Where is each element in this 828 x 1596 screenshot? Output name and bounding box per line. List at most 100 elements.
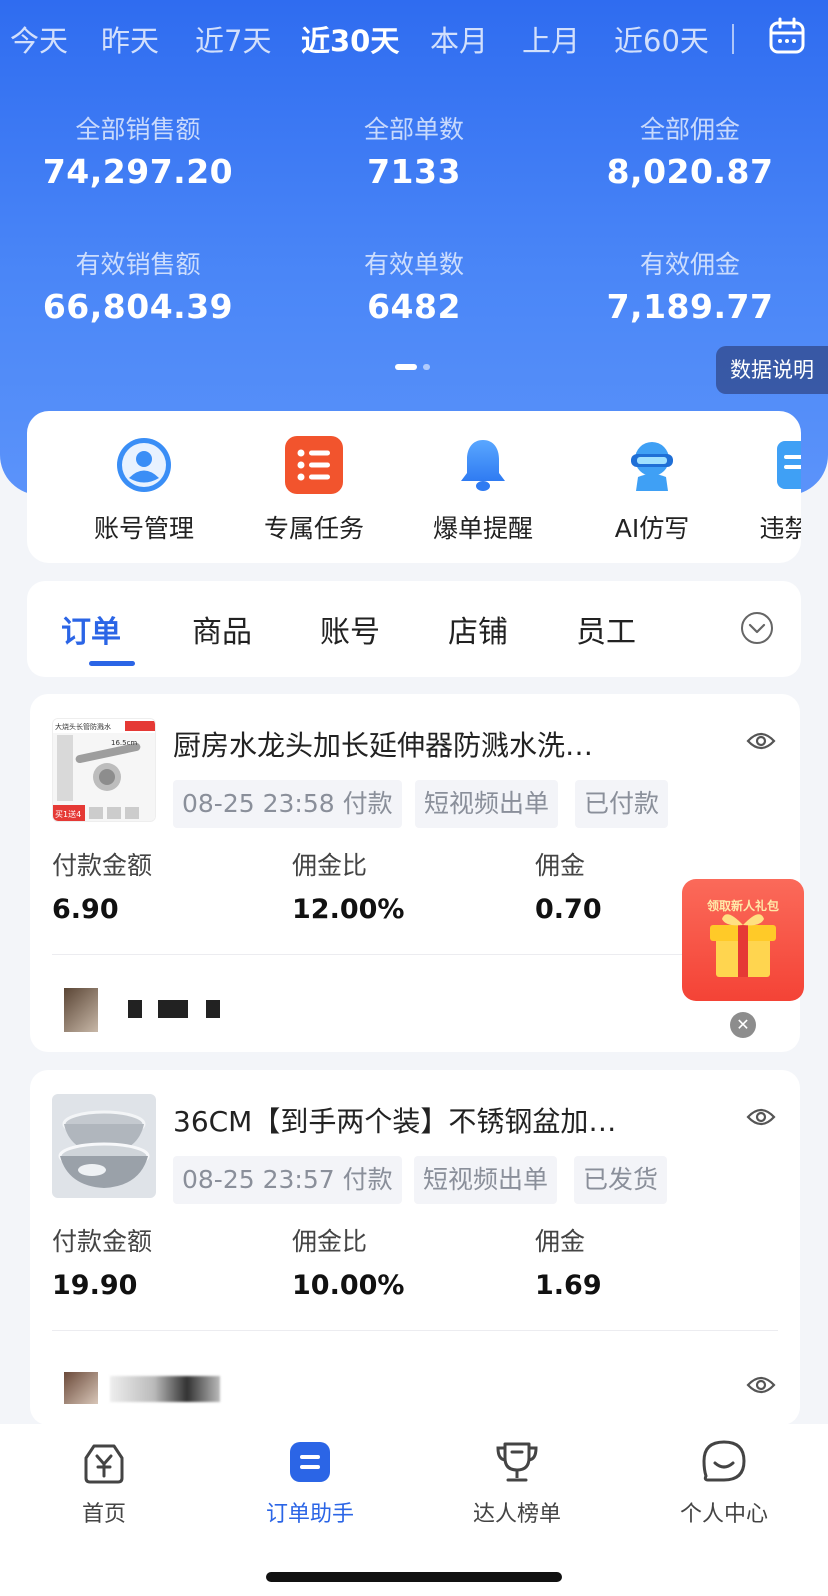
order-card[interactable]: 36CM【到手两个装】不锈钢盆加… 08-25 23:57 付款 短视频出单 已…: [30, 1070, 800, 1425]
tab-shops[interactable]: 店铺: [448, 607, 508, 651]
eye-icon[interactable]: [746, 1106, 776, 1128]
stat-value: 66,804.39: [42, 287, 234, 326]
shortcut-hot-order-alert[interactable]: 爆单提醒: [408, 435, 558, 545]
stat-label: 有效销售额: [75, 250, 201, 279]
user-icon: [114, 435, 174, 495]
metric-label: 付款金额: [52, 1227, 153, 1256]
metric-pay-amount: 付款金额 6.90: [52, 846, 152, 925]
calendar-icon[interactable]: [768, 16, 806, 56]
redacted-name: [110, 1376, 220, 1402]
avatar: [64, 988, 98, 1032]
nav-label: 达人榜单: [472, 1502, 561, 1527]
date-tab-this-month[interactable]: 本月: [430, 18, 488, 60]
nav-label: 首页: [81, 1502, 126, 1527]
metric-value: 10.00%: [292, 1270, 405, 1301]
shortcut-forbidden-words[interactable]: 违禁词: [722, 435, 801, 545]
chat-face-icon: [700, 1438, 748, 1486]
indicator-dot: [423, 364, 430, 370]
date-tab-last-month[interactable]: 上月: [522, 18, 580, 60]
home-indicator: [266, 1572, 562, 1582]
date-range-tabs: 今天 昨天 近7天 近30天 本月 上月 近60天: [0, 14, 828, 62]
stat-valid-commission: 有效佣金 7,189.77: [560, 245, 820, 326]
shortcut-label: 专属任务: [263, 514, 364, 543]
shortcut-label: AI仿写: [614, 514, 690, 543]
stat-value: 6482: [367, 287, 461, 326]
yuan-home-icon: [80, 1438, 128, 1486]
eye-icon[interactable]: [746, 1374, 776, 1396]
metric-label: 佣金: [535, 851, 586, 880]
metric-label: 佣金: [535, 1227, 586, 1256]
nav-order-assistant[interactable]: 订单助手: [240, 1438, 380, 1528]
shortcut-label: 账号管理: [93, 514, 194, 543]
nav-influencer-ranking[interactable]: 达人榜单: [447, 1438, 587, 1528]
close-icon[interactable]: ✕: [730, 1012, 756, 1038]
product-thumbnail: 大烧头长管防溅水 16.5cm 买1送4: [52, 718, 156, 822]
nav-profile[interactable]: 个人中心: [654, 1438, 794, 1528]
redacted-name: [158, 1000, 188, 1018]
date-tab-7days[interactable]: 近7天: [195, 18, 271, 60]
bell-icon: [453, 435, 513, 495]
eye-icon[interactable]: [746, 730, 776, 752]
metric-commission: 佣金 0.70: [535, 846, 602, 925]
stat-label: 全部佣金: [639, 115, 740, 144]
nav-home[interactable]: 首页: [34, 1438, 174, 1528]
stat-label: 全部销售额: [75, 115, 201, 144]
status-badge: 已发货: [574, 1156, 668, 1204]
stat-value: 74,297.20: [42, 152, 234, 191]
divider: [52, 954, 778, 955]
nav-label: 个人中心: [679, 1502, 768, 1527]
shortcut-label: 爆单提醒: [432, 514, 533, 543]
thumb-caption: 大烧头长管防溅水: [55, 722, 111, 731]
tab-staff[interactable]: 员工: [576, 607, 636, 651]
stat-value: 7133: [367, 152, 461, 191]
category-tabs: 订单 商品 账号 店铺 员工: [27, 581, 801, 677]
divider: [732, 24, 734, 54]
redacted-name: [128, 1000, 142, 1018]
metric-value: 1.69: [535, 1270, 602, 1301]
metric-label: 佣金比: [292, 851, 368, 880]
data-explanation-button[interactable]: 数据说明: [716, 346, 828, 394]
product-title[interactable]: 厨房水龙头加长延伸器防溅水洗…: [173, 724, 593, 764]
stat-label: 有效佣金: [639, 250, 740, 279]
stat-total-orders: 全部单数 7133: [284, 110, 544, 191]
date-tab-yesterday[interactable]: 昨天: [101, 18, 159, 60]
chevron-down-icon[interactable]: [740, 611, 774, 645]
stat-total-commission: 全部佣金 8,020.87: [560, 110, 820, 191]
thumb-promo: 买1送4: [55, 809, 81, 819]
stat-total-sales: 全部销售额 74,297.20: [8, 110, 268, 191]
indicator-dot-active: [395, 364, 417, 370]
task-list-icon: [284, 435, 344, 495]
stat-value: 8,020.87: [606, 152, 774, 191]
date-tab-today[interactable]: 今天: [10, 18, 68, 60]
nav-label: 订单助手: [265, 1502, 354, 1527]
divider: [52, 1330, 778, 1331]
shortcut-account-management[interactable]: 账号管理: [69, 435, 219, 545]
order-assistant-icon: [286, 1438, 334, 1486]
metric-label: 付款金额: [52, 851, 153, 880]
metric-value: 19.90: [52, 1270, 138, 1301]
metric-commission-rate: 佣金比 12.00%: [292, 846, 404, 925]
avatar: [64, 1372, 98, 1404]
tab-orders[interactable]: 订单: [61, 607, 121, 651]
doc-icon: [767, 435, 801, 495]
shortcut-exclusive-tasks[interactable]: 专属任务: [239, 435, 389, 545]
date-tab-60days[interactable]: 近60天: [614, 18, 710, 60]
tab-accounts[interactable]: 账号: [320, 607, 380, 651]
metric-value: 12.00%: [292, 894, 405, 925]
channel-tag: 短视频出单: [414, 1156, 558, 1204]
newcomer-gift-banner[interactable]: 领取新人礼包: [682, 879, 804, 1001]
tab-products[interactable]: 商品: [192, 607, 252, 651]
shortcut-ai-rewrite[interactable]: AI仿写: [577, 435, 727, 545]
stat-valid-sales: 有效销售额 66,804.39: [8, 245, 268, 326]
status-badge: 已付款: [575, 780, 669, 828]
shortcut-label: 违禁词: [759, 514, 801, 543]
product-title[interactable]: 36CM【到手两个装】不锈钢盆加…: [173, 1100, 616, 1140]
metric-commission: 佣金 1.69: [535, 1222, 602, 1301]
gift-box-icon: [710, 914, 776, 977]
metric-value: 0.70: [535, 894, 602, 925]
metric-label: 佣金比: [292, 1227, 368, 1256]
stat-label: 有效单数: [363, 250, 464, 279]
active-tab-underline: [89, 661, 135, 666]
stat-valid-orders: 有效单数 6482: [284, 245, 544, 326]
date-tab-30days[interactable]: 近30天: [301, 18, 399, 60]
